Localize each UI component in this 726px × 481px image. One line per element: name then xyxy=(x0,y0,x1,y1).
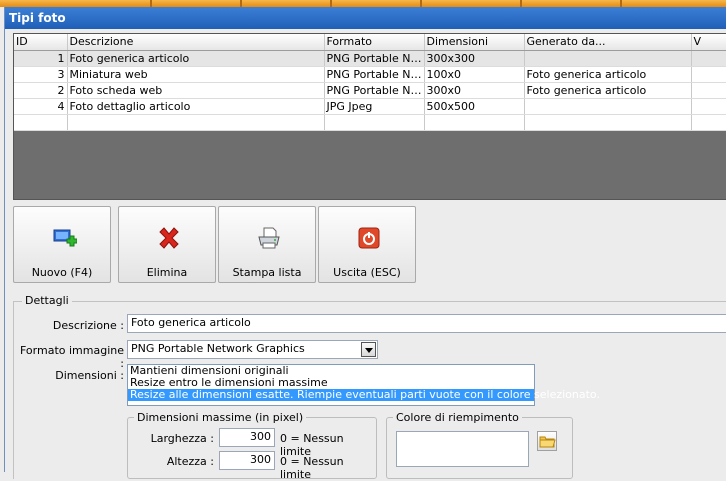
delete-button[interactable]: Elimina xyxy=(118,206,216,283)
dimensioni-option-selected[interactable]: Resize alle dimensioni esatte. Riempie e… xyxy=(128,389,600,401)
altezza-hint: 0 = Nessun limite xyxy=(280,455,344,481)
cell-empty xyxy=(14,114,68,131)
cell-empty xyxy=(524,114,692,131)
descrizione-input[interactable]: Foto generica articolo xyxy=(127,314,726,333)
window-title: Tipi foto xyxy=(5,7,726,29)
dimensioni-listbox[interactable]: Mantieni dimensioni originali Resize ent… xyxy=(127,364,600,406)
printer-icon xyxy=(258,227,280,249)
cell-empty xyxy=(691,114,726,131)
exit-button[interactable]: Uscita (ESC) xyxy=(318,206,416,283)
cell-formato: PNG Portable Network Graphics xyxy=(324,66,425,83)
cell-dimensioni: 300x0 xyxy=(424,82,525,99)
cell-id: 1 xyxy=(14,50,68,67)
cell-empty xyxy=(67,114,325,131)
cell-generato xyxy=(524,50,692,67)
fill-color-preview[interactable] xyxy=(396,431,529,467)
cell-empty xyxy=(424,114,525,131)
cell-formato: PNG Portable Network Graphics xyxy=(324,82,425,99)
tab-divider xyxy=(420,0,422,7)
cell-descrizione: Foto dettaglio articolo xyxy=(67,98,325,115)
table-row[interactable]: 4 Foto dettaglio articolo JPG Jpeg 500x5… xyxy=(14,98,726,115)
column-header-partial[interactable]: V xyxy=(691,34,726,51)
pick-color-button[interactable] xyxy=(537,431,557,451)
cell-dimensioni: 300x300 xyxy=(424,50,525,67)
cell-generato: Foto generica articolo xyxy=(524,66,692,83)
print-list-button-label: Stampa lista xyxy=(232,266,302,279)
column-header-id[interactable]: ID xyxy=(14,34,68,51)
max-dimensions-title: Dimensioni massime (in pixel) xyxy=(134,411,307,424)
descrizione-label: Descrizione : xyxy=(52,319,124,332)
column-header-formato[interactable]: Formato xyxy=(324,34,425,51)
formato-select[interactable]: PNG Portable Network Graphics xyxy=(127,340,378,359)
cell-formato: JPG Jpeg xyxy=(324,98,425,115)
cell-descrizione: Miniatura web xyxy=(67,66,325,83)
cell-empty xyxy=(691,98,726,115)
chevron-down-icon[interactable] xyxy=(361,342,376,357)
top-tab-strip xyxy=(0,0,726,7)
cell-descrizione: Foto generica articolo xyxy=(67,50,325,67)
delete-button-label: Elimina xyxy=(146,266,188,279)
details-legend: Dettagli xyxy=(22,294,72,307)
photo-types-grid[interactable]: ID Descrizione Formato Dimensioni Genera… xyxy=(13,33,726,200)
cell-dimensioni: 500x500 xyxy=(424,98,525,115)
table-row[interactable]: 1 Foto generica articolo PNG Portable Ne… xyxy=(14,50,726,67)
altezza-input[interactable]: 300 xyxy=(219,451,275,470)
larghezza-input[interactable]: 300 xyxy=(219,428,275,447)
table-row-empty[interactable] xyxy=(14,114,726,131)
cell-id: 4 xyxy=(14,98,68,115)
formato-label: Formato immagine : xyxy=(20,344,124,370)
folder-icon xyxy=(539,436,556,448)
tab-divider xyxy=(150,0,152,7)
new-button-label: Nuovo (F4) xyxy=(31,266,93,279)
tab-divider xyxy=(520,0,522,7)
table-row[interactable]: 2 Foto scheda web PNG Portable Network G… xyxy=(14,82,726,99)
tab-divider xyxy=(330,0,332,7)
grid-header-row: ID Descrizione Formato Dimensioni Genera… xyxy=(14,34,726,51)
cell-empty xyxy=(691,66,726,83)
column-header-descrizione[interactable]: Descrizione xyxy=(67,34,325,51)
altezza-label: Altezza : xyxy=(166,455,214,468)
tab-divider xyxy=(240,0,242,7)
cell-generato xyxy=(524,98,692,115)
column-header-generato[interactable]: Generato da... xyxy=(524,34,692,51)
print-list-button[interactable]: Stampa lista xyxy=(218,206,316,283)
cell-empty xyxy=(324,114,425,131)
cell-dimensioni: 100x0 xyxy=(424,66,525,83)
power-exit-icon xyxy=(358,227,380,249)
max-dimensions-group: Dimensioni massime (in pixel) Larghezza … xyxy=(127,411,377,481)
new-record-icon xyxy=(53,229,77,247)
larghezza-label: Larghezza : xyxy=(150,432,214,445)
table-row[interactable]: 3 Miniatura web PNG Portable Network Gra… xyxy=(14,66,726,83)
tipi-foto-window: Tipi foto ID Descrizione Formato Dimensi… xyxy=(4,7,726,481)
fill-color-title: Colore di riempimento xyxy=(393,411,522,424)
cell-descrizione: Foto scheda web xyxy=(67,82,325,99)
formato-selected-value: PNG Portable Network Graphics xyxy=(131,342,305,355)
details-section: Dettagli Descrizione : Foto generica art… xyxy=(13,294,726,481)
column-header-dimensioni[interactable]: Dimensioni xyxy=(424,34,525,51)
cell-id: 2 xyxy=(14,82,68,99)
cell-formato: PNG Portable Network Graphics xyxy=(324,50,425,67)
tab-divider xyxy=(620,0,622,7)
exit-button-label: Uscita (ESC) xyxy=(333,266,401,279)
cell-id: 3 xyxy=(14,66,68,83)
new-button[interactable]: Nuovo (F4) xyxy=(13,206,111,283)
delete-x-icon xyxy=(159,227,179,249)
dimensioni-label: Dimensioni : xyxy=(55,369,124,382)
cell-empty xyxy=(691,82,726,99)
cell-generato: Foto generica articolo xyxy=(524,82,692,99)
fill-color-group: Colore di riempimento xyxy=(386,411,573,479)
cell-empty xyxy=(691,50,726,67)
